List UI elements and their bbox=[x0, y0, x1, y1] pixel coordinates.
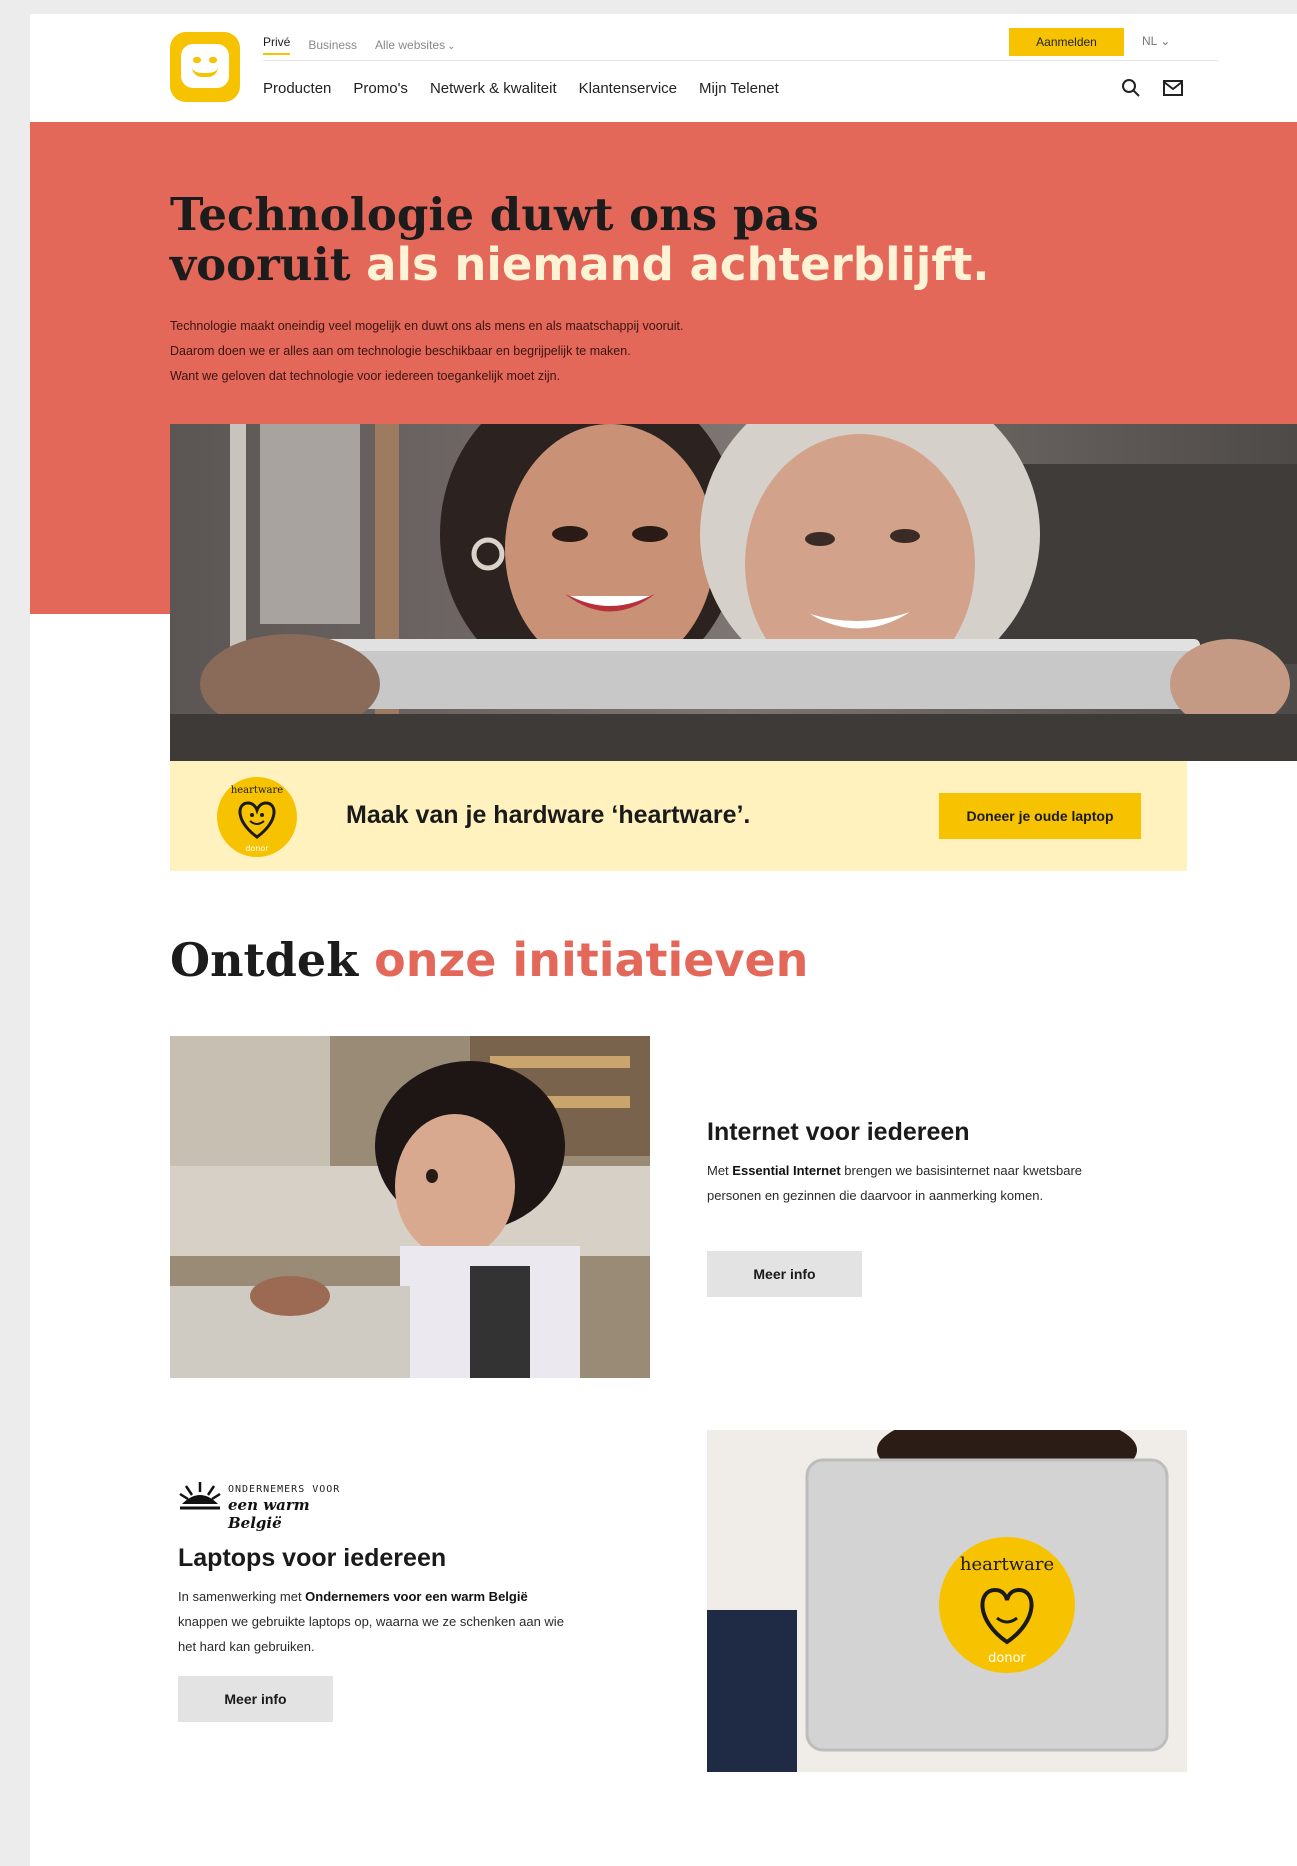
logo-line2: een warm België bbox=[228, 1496, 310, 1532]
topnav-business[interactable]: Business bbox=[308, 38, 357, 52]
hero-title-line1: Technologie duwt ons pas bbox=[170, 188, 819, 241]
nav-netwerk-kwaliteit[interactable]: Netwerk & kwaliteit bbox=[430, 80, 557, 97]
chevron-down-icon: ⌄ bbox=[447, 41, 456, 52]
hero-text-line: Want we geloven dat technologie voor ied… bbox=[170, 369, 561, 383]
card1-more-info-button[interactable]: Meer info bbox=[707, 1251, 862, 1297]
hero-title: Technologie duwt ons pas vooruit als nie… bbox=[170, 190, 1070, 290]
card1-text-bold: Essential Internet bbox=[732, 1163, 841, 1178]
laptop-heartware-sticker-photo: heartware donor bbox=[707, 1430, 1187, 1772]
card2-title: Laptops voor iedereen bbox=[178, 1544, 447, 1572]
nav-producten[interactable]: Producten bbox=[263, 80, 331, 97]
donate-laptop-button[interactable]: Doneer je oude laptop bbox=[939, 793, 1141, 839]
girl-laptop-illustration bbox=[170, 1036, 650, 1378]
top-navigation: Privé Business Alle websites ⌄ bbox=[263, 34, 455, 56]
card2-text-pre: In samenwerking met bbox=[178, 1589, 306, 1604]
site-header: Privé Business Alle websites ⌄ Producten … bbox=[30, 14, 1297, 122]
card1-title: Internet voor iedereen bbox=[707, 1118, 970, 1146]
badge-bottom-text: donor bbox=[245, 844, 269, 853]
topnav-all-websites-label: Alle websites bbox=[375, 38, 446, 52]
hero-title-line2: vooruit bbox=[170, 238, 367, 291]
page: Privé Business Alle websites ⌄ Producten … bbox=[30, 14, 1297, 1866]
card2-text: In samenwerking met Ondernemers voor een… bbox=[178, 1584, 573, 1659]
hero-text-line: Technologie maakt oneindig veel mogelijk… bbox=[170, 319, 684, 333]
chevron-down-icon: ⌄ bbox=[1160, 34, 1171, 48]
hero-intro-text: Technologie maakt oneindig veel mogelijk… bbox=[170, 314, 930, 389]
banner-title: Maak van je hardware ‘heartware’. bbox=[346, 801, 751, 829]
sticker-bottom-text: donor bbox=[988, 1651, 1026, 1666]
sticker-top-text: heartware bbox=[960, 1554, 1054, 1575]
search-icon[interactable] bbox=[1120, 77, 1142, 99]
topnav-prive[interactable]: Privé bbox=[263, 35, 291, 55]
card2-more-info-button[interactable]: Meer info bbox=[178, 1676, 333, 1722]
card1-text: Met Essential Internet brengen we basisi… bbox=[707, 1158, 1102, 1208]
telenet-logo[interactable] bbox=[170, 32, 240, 102]
nav-promos[interactable]: Promo's bbox=[353, 80, 408, 97]
card1-text-pre: Met bbox=[707, 1163, 733, 1178]
login-button[interactable]: Aanmelden bbox=[1009, 28, 1124, 56]
heartware-banner: heartware donor Maak van je hardware ‘he… bbox=[170, 761, 1187, 871]
card2-text-bold: Ondernemers voor een warm België bbox=[305, 1589, 528, 1604]
logo-line1: ONDERNEMERS VOOR bbox=[228, 1484, 341, 1495]
nav-mijn-telenet[interactable]: Mijn Telenet bbox=[699, 80, 779, 97]
hero-title-accent: als niemand achterblijft. bbox=[366, 238, 990, 291]
language-selector[interactable]: NL ⌄ bbox=[1142, 34, 1170, 48]
initiatives-title-plain: Ontdek bbox=[170, 933, 375, 987]
hero-text-line: Daarom doen we er alles aan om technolog… bbox=[170, 344, 631, 358]
initiatives-title: Ontdek onze initiatieven bbox=[170, 932, 808, 988]
laptop-sticker-illustration: heartware donor bbox=[707, 1430, 1187, 1772]
sun-icon bbox=[179, 1482, 221, 1510]
ondernemers-voor-een-warm-belgie-logo: ONDERNEMERS VOOR een warm België bbox=[178, 1478, 358, 1532]
hero-photo-two-women-selfie bbox=[170, 424, 1297, 761]
hero-photo-illustration bbox=[170, 424, 1297, 761]
heartware-donor-badge-icon: heartware donor bbox=[217, 777, 297, 857]
girl-laptop-photo bbox=[170, 1036, 650, 1378]
main-navigation: Producten Promo's Netwerk & kwaliteit Kl… bbox=[263, 80, 779, 97]
nav-klantenservice[interactable]: Klantenservice bbox=[579, 80, 677, 97]
initiatives-title-accent: onze initiatieven bbox=[374, 933, 809, 987]
card2-text-post: knappen we gebruikte laptops op, waarna … bbox=[178, 1614, 564, 1654]
header-divider bbox=[263, 60, 1218, 61]
badge-top-text: heartware bbox=[231, 785, 283, 796]
mail-icon[interactable] bbox=[1162, 77, 1184, 99]
topnav-all-websites[interactable]: Alle websites ⌄ bbox=[375, 38, 455, 52]
logo-face-icon bbox=[181, 44, 229, 88]
language-label: NL bbox=[1142, 34, 1157, 48]
